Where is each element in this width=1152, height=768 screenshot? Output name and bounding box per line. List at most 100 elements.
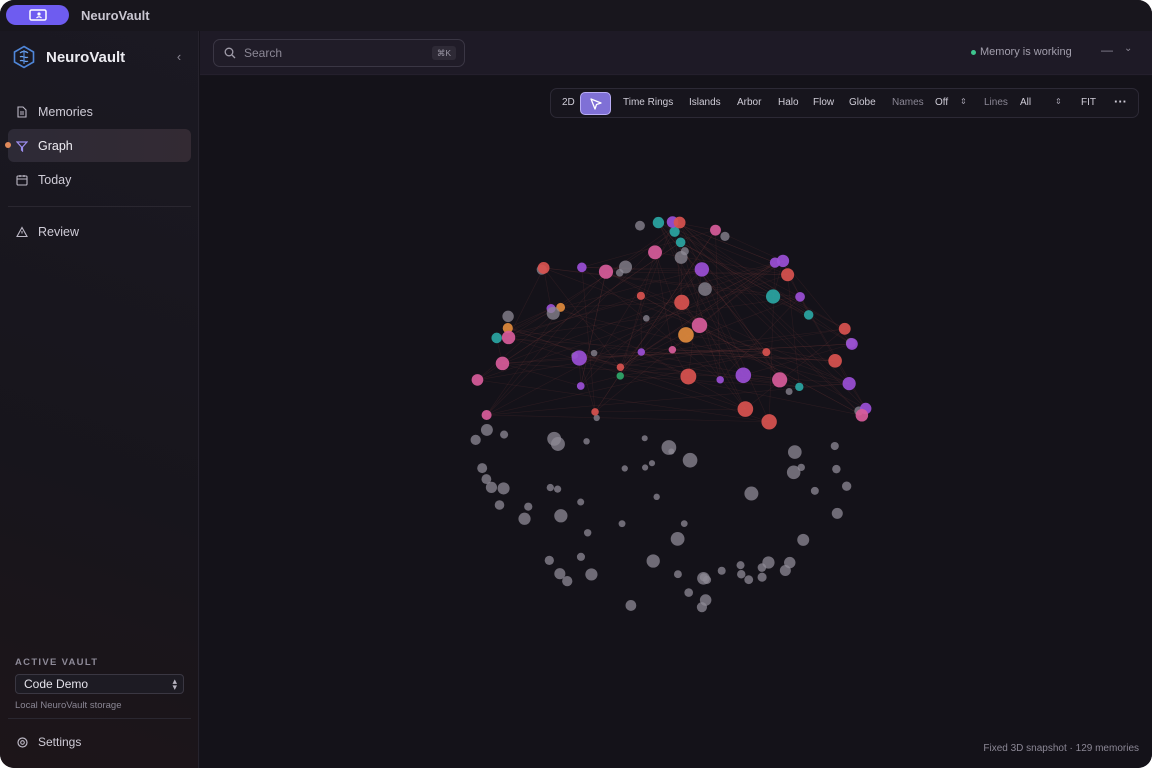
memory-node[interactable] (470, 434, 481, 445)
memory-node[interactable] (495, 356, 510, 371)
memory-node[interactable] (668, 346, 677, 354)
memory-node[interactable] (784, 556, 796, 569)
memory-node[interactable] (828, 354, 842, 368)
memory-node[interactable] (497, 482, 510, 495)
memory-node[interactable] (698, 282, 712, 296)
memory-graph[interactable] (200, 76, 1152, 768)
layout-time-rings-button[interactable]: Time Rings (623, 97, 673, 108)
memory-node[interactable] (544, 555, 554, 565)
memory-node[interactable] (648, 245, 663, 260)
memory-node[interactable] (797, 533, 810, 546)
memory-node[interactable] (646, 554, 660, 568)
sidebar-item-graph[interactable]: Graph (5, 129, 191, 162)
memory-node[interactable] (583, 438, 590, 445)
memory-node[interactable] (684, 588, 694, 597)
memory-node[interactable] (471, 374, 484, 386)
memory-node[interactable] (501, 330, 516, 345)
mode-2d-button[interactable]: 2D (562, 97, 575, 108)
memory-node[interactable] (619, 260, 633, 274)
memory-node[interactable] (830, 441, 839, 451)
memory-node[interactable] (576, 552, 586, 561)
memory-node[interactable] (642, 314, 650, 322)
memory-node[interactable] (554, 485, 562, 493)
memory-node[interactable] (652, 216, 665, 229)
memory-node[interactable] (795, 382, 804, 392)
memory-node[interactable] (591, 408, 599, 416)
search-input[interactable] (244, 46, 414, 60)
memory-node[interactable] (765, 289, 781, 304)
names-select[interactable]: Off (935, 97, 948, 108)
memory-node[interactable] (576, 382, 585, 390)
memory-node[interactable] (810, 486, 819, 495)
settings-button[interactable]: Settings (16, 735, 81, 749)
memory-node[interactable] (776, 254, 790, 268)
memory-node[interactable] (500, 430, 509, 439)
minimize-button[interactable]: — (1101, 43, 1113, 57)
memory-node[interactable] (550, 437, 565, 451)
lines-select[interactable]: All (1020, 97, 1031, 108)
memory-node[interactable] (546, 483, 554, 492)
memory-node[interactable] (678, 327, 694, 343)
memory-node[interactable] (641, 435, 648, 442)
memory-node[interactable] (694, 262, 710, 277)
graph-canvas[interactable]: 2D Time Rings Islands Arbor Halo Flow Gl… (200, 76, 1152, 768)
memory-node[interactable] (491, 332, 502, 344)
memory-node[interactable] (554, 509, 568, 523)
memory-node[interactable] (637, 348, 646, 356)
memory-node[interactable] (842, 376, 856, 391)
memory-node[interactable] (787, 445, 802, 459)
memory-node[interactable] (674, 250, 688, 264)
memory-node[interactable] (590, 349, 598, 357)
sidebar-item-review[interactable]: Review (8, 215, 191, 248)
memory-node[interactable] (635, 220, 645, 231)
memory-node[interactable] (680, 368, 697, 385)
memory-node[interactable] (717, 566, 726, 575)
memory-node[interactable] (477, 463, 488, 474)
memory-node[interactable] (735, 367, 752, 384)
memory-node[interactable] (762, 556, 775, 569)
memory-node[interactable] (546, 306, 560, 320)
layout-halo-button[interactable]: Halo (778, 97, 799, 108)
memory-node[interactable] (838, 322, 851, 335)
memory-node[interactable] (670, 532, 685, 546)
memory-node[interactable] (757, 572, 767, 582)
sidebar-item-memories[interactable]: Memories (8, 95, 191, 128)
memory-node[interactable] (625, 600, 637, 611)
memory-node[interactable] (786, 465, 801, 480)
memory-node[interactable] (744, 486, 759, 501)
memory-node[interactable] (480, 423, 493, 436)
memory-node[interactable] (737, 570, 746, 579)
fit-button[interactable]: FIT (1081, 97, 1096, 108)
memory-node[interactable] (537, 262, 550, 274)
memory-node[interactable] (585, 568, 598, 581)
memory-node[interactable] (795, 292, 805, 302)
more-options-button[interactable]: ··· (1114, 94, 1127, 109)
memory-node[interactable] (577, 498, 585, 506)
memory-node[interactable] (518, 512, 531, 525)
layout-flow-button[interactable]: Flow (813, 97, 834, 108)
memory-node[interactable] (616, 363, 625, 371)
memory-node[interactable] (618, 520, 626, 528)
memory-node[interactable] (744, 575, 754, 585)
memory-node[interactable] (673, 570, 682, 579)
memory-node[interactable] (616, 372, 624, 380)
vault-select[interactable]: Code Demo ▴ ▾ (15, 674, 184, 694)
layout-arbor-button[interactable]: Arbor (737, 97, 761, 108)
memory-node[interactable] (761, 414, 777, 430)
app-switcher-button[interactable] (6, 5, 69, 25)
memory-node[interactable] (571, 350, 587, 366)
memory-node[interactable] (781, 268, 795, 282)
memory-node[interactable] (737, 401, 754, 417)
memory-node[interactable] (485, 481, 498, 493)
memory-node[interactable] (675, 237, 686, 248)
memory-node[interactable] (772, 372, 788, 388)
layout-globe-button[interactable]: Globe (849, 97, 876, 108)
memory-node[interactable] (736, 561, 745, 570)
memory-node[interactable] (648, 460, 656, 467)
memory-node[interactable] (803, 310, 814, 320)
memory-node[interactable] (832, 464, 841, 474)
memory-node[interactable] (841, 481, 852, 491)
memory-node[interactable] (720, 231, 730, 242)
memory-node[interactable] (621, 465, 628, 472)
memory-node[interactable] (855, 409, 869, 422)
